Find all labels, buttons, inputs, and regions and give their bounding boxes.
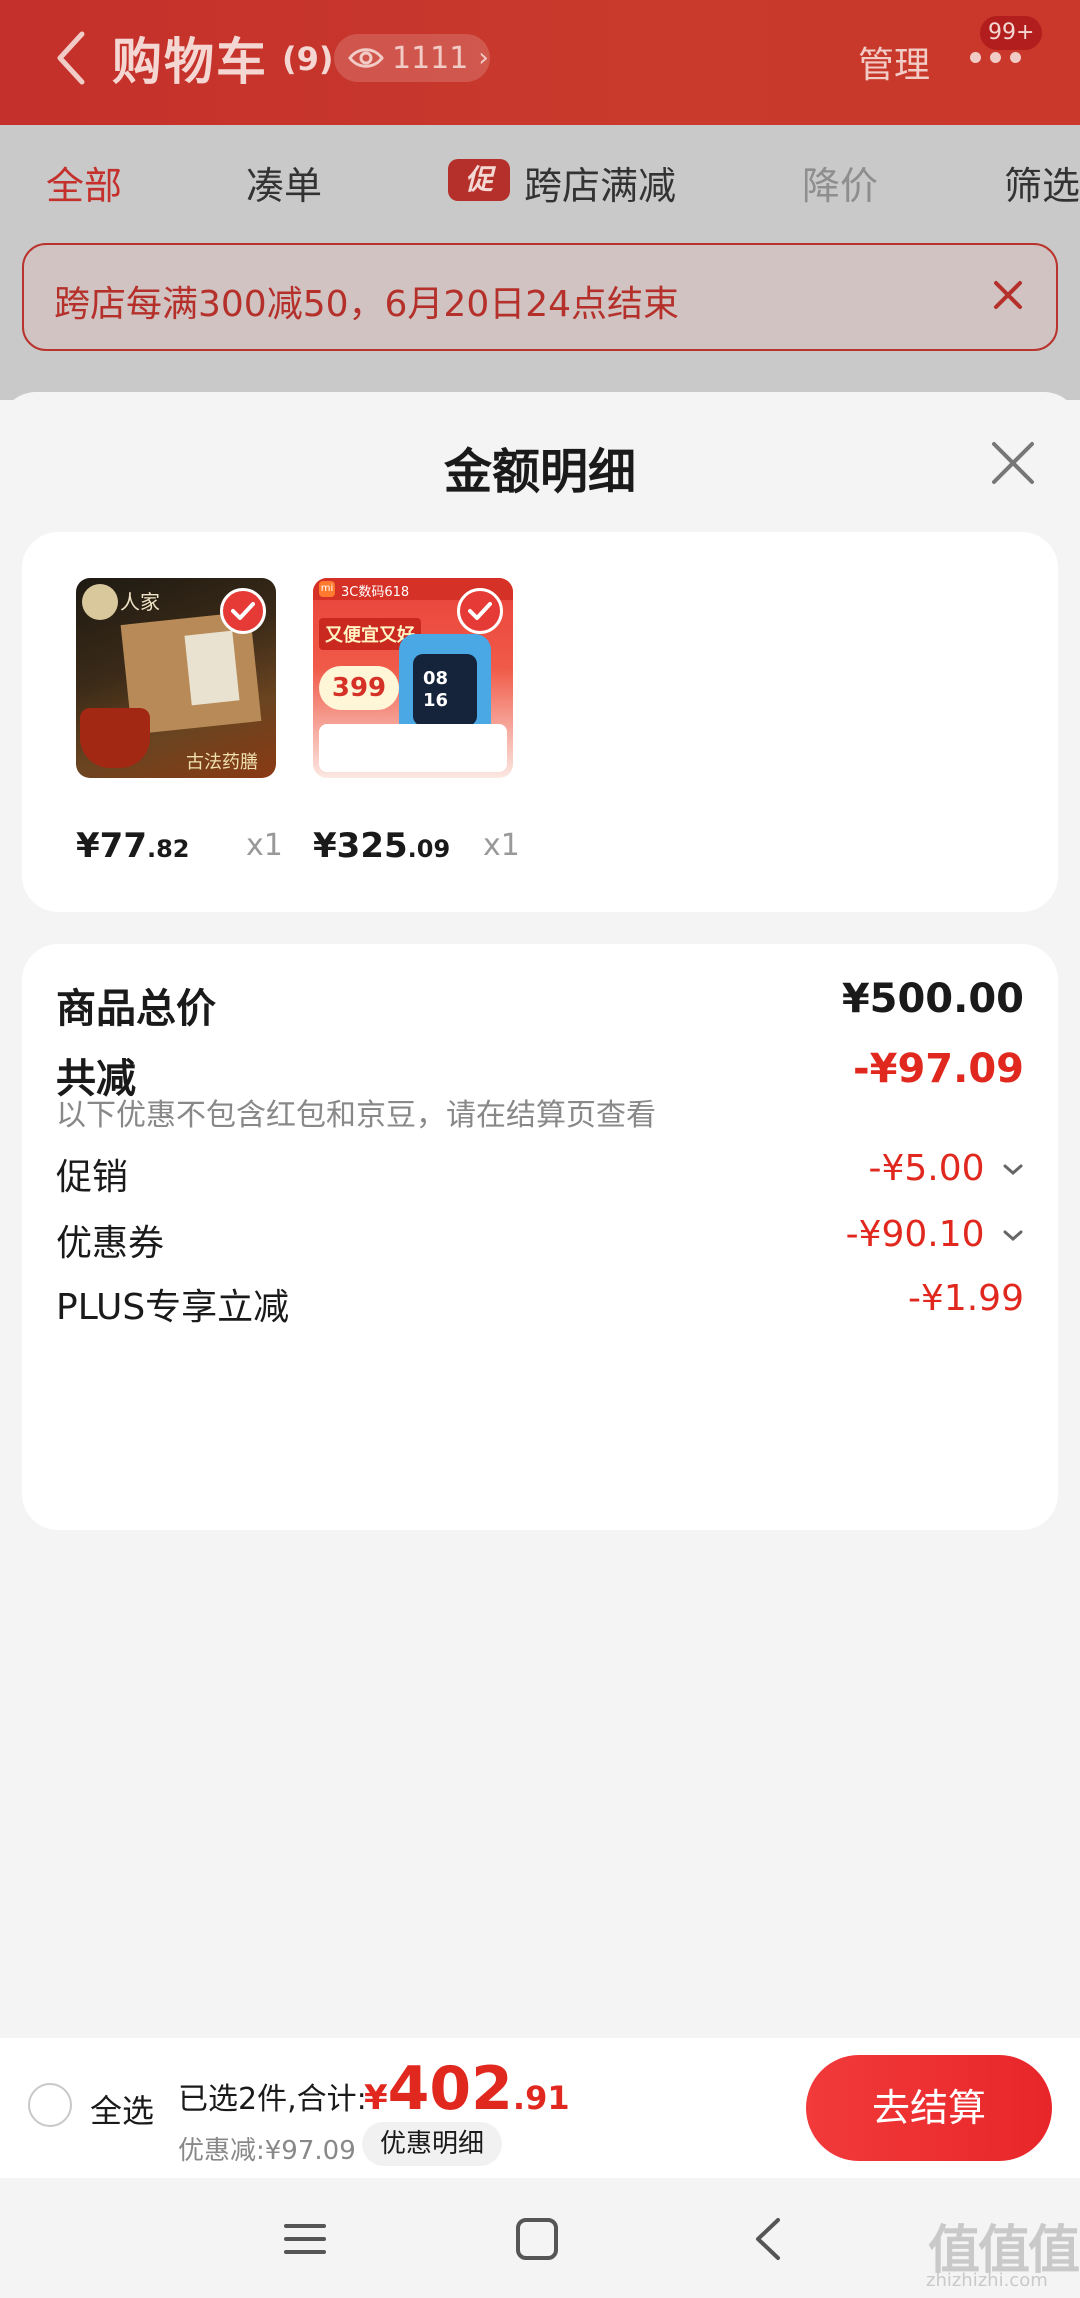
mi-logo-icon: mi xyxy=(319,581,335,597)
select-all-label[interactable]: 全选 xyxy=(90,2086,154,2132)
sheet-title: 金额明细 xyxy=(443,444,636,500)
selected-items-card: 人家 古法药膳 ¥77.82 x1 mi 3C数码618 又便宜又好 399 0… xyxy=(22,532,1058,912)
plus-value: -¥1.99 xyxy=(907,1278,1024,1319)
coupon-label: 优惠券 xyxy=(56,1223,165,1264)
product-price-burst: 399 xyxy=(319,666,399,710)
coupon-value: -¥90.10 xyxy=(845,1214,985,1255)
item-quantity: x1 xyxy=(246,828,283,863)
back-icon[interactable] xyxy=(744,2216,794,2262)
total-value: ¥500.00 xyxy=(841,976,1024,1022)
plus-label: PLUS专享立减 xyxy=(56,1287,290,1328)
close-icon[interactable] xyxy=(990,440,1036,486)
checkout-bar: 全选 已选2件,合计: ¥402.91 优惠减:¥97.09 优惠明细 去结算 xyxy=(0,2038,1080,2178)
product-caption: 古法药膳 xyxy=(186,752,258,773)
message-badge: 99+ xyxy=(980,16,1043,50)
total-amount: ¥402.91 xyxy=(364,2054,570,2124)
item-price: ¥77.82 xyxy=(76,826,190,866)
close-notice-icon[interactable] xyxy=(990,277,1026,313)
checkout-button[interactable]: 去结算 xyxy=(806,2055,1052,2161)
notice-area: 跨店每满300减50，6月20日24点结束 xyxy=(0,235,1080,400)
chevron-down-icon xyxy=(1003,1230,1023,1241)
menu-icon[interactable] xyxy=(280,2216,330,2262)
system-nav-bar: 值值值 zhizhizhi.com xyxy=(0,2178,1080,2298)
reduce-value: -¥97.09 xyxy=(853,1046,1024,1092)
chevron-right-icon: › xyxy=(478,43,489,73)
promo-tag: 促 xyxy=(448,159,510,201)
cart-page-background: 购物车 (9) 1111 › 管理 99+ 全部 凑单 促 跨店满减 降价 筛选… xyxy=(0,0,1080,400)
brand-text: 人家 xyxy=(120,590,160,614)
price-summary-card: 商品总价 ¥500.00 共减 -¥97.09 以下优惠不包含红包和京豆，请在结… xyxy=(22,944,1058,1530)
discount-note: 以下优惠不包含红包和京豆，请在结算页查看 xyxy=(56,1098,656,1133)
cart-header: 购物车 (9) 1111 › 管理 99+ xyxy=(0,0,1080,125)
eye-icon xyxy=(348,48,384,68)
promo-notice-text: 跨店每满300减50，6月20日24点结束 xyxy=(54,284,680,325)
discount-info: 优惠减:¥97.09 xyxy=(178,2136,356,2166)
total-label: 商品总价 xyxy=(56,986,216,1032)
cart-title: 购物车 xyxy=(112,33,268,91)
tab-bundle[interactable]: 凑单 xyxy=(246,155,322,210)
home-icon[interactable] xyxy=(512,2216,562,2262)
watch-screen-time: 08 16 xyxy=(423,668,449,711)
product-image: mi 3C数码618 又便宜又好 399 08 16 xyxy=(313,578,513,778)
promo-notice: 跨店每满300减50，6月20日24点结束 xyxy=(22,243,1058,351)
manage-button[interactable]: 管理 xyxy=(858,36,930,88)
tab-filter[interactable]: 筛选 xyxy=(1004,155,1080,210)
promo-label: 促销 xyxy=(56,1157,129,1198)
tab-price-drop[interactable]: 降价 xyxy=(802,155,878,210)
back-arrow-icon[interactable] xyxy=(52,28,92,88)
selected-info: 已选2件,合计: xyxy=(178,2082,367,2117)
item-price: ¥325.09 xyxy=(313,826,451,866)
watermark-url: zhizhizhi.com xyxy=(926,2270,1048,2291)
cart-tabs: 全部 凑单 促 跨店满减 降价 筛选 xyxy=(0,125,1080,235)
tab-all[interactable]: 全部 xyxy=(46,155,122,210)
checked-icon xyxy=(220,588,266,634)
promo-row[interactable]: -¥5.00 xyxy=(868,1148,1024,1189)
views-count: 1111 xyxy=(392,40,469,76)
select-all-radio[interactable] xyxy=(28,2083,72,2127)
product-image: 人家 古法药膳 xyxy=(76,578,276,778)
product-strip-label: 3C数码618 xyxy=(341,585,410,600)
promo-value: -¥5.00 xyxy=(868,1148,985,1189)
checked-icon xyxy=(457,588,503,634)
cart-count: (9) xyxy=(282,40,334,78)
item-quantity: x1 xyxy=(483,828,520,863)
amount-detail-sheet: 金额明细 人家 古法药膳 ¥77.82 x1 mi 3C数码618 又便宜又好 … xyxy=(0,392,1080,2038)
more-menu-icon[interactable] xyxy=(970,52,1026,66)
browse-history-pill[interactable]: 1111 › xyxy=(334,34,490,82)
chevron-down-icon xyxy=(1003,1164,1023,1175)
discount-detail-button[interactable]: 优惠明细 xyxy=(362,2122,503,2166)
brand-seal xyxy=(82,584,118,620)
tab-cross-store[interactable]: 跨店满减 xyxy=(524,155,676,210)
coupon-row[interactable]: -¥90.10 xyxy=(846,1214,1024,1255)
